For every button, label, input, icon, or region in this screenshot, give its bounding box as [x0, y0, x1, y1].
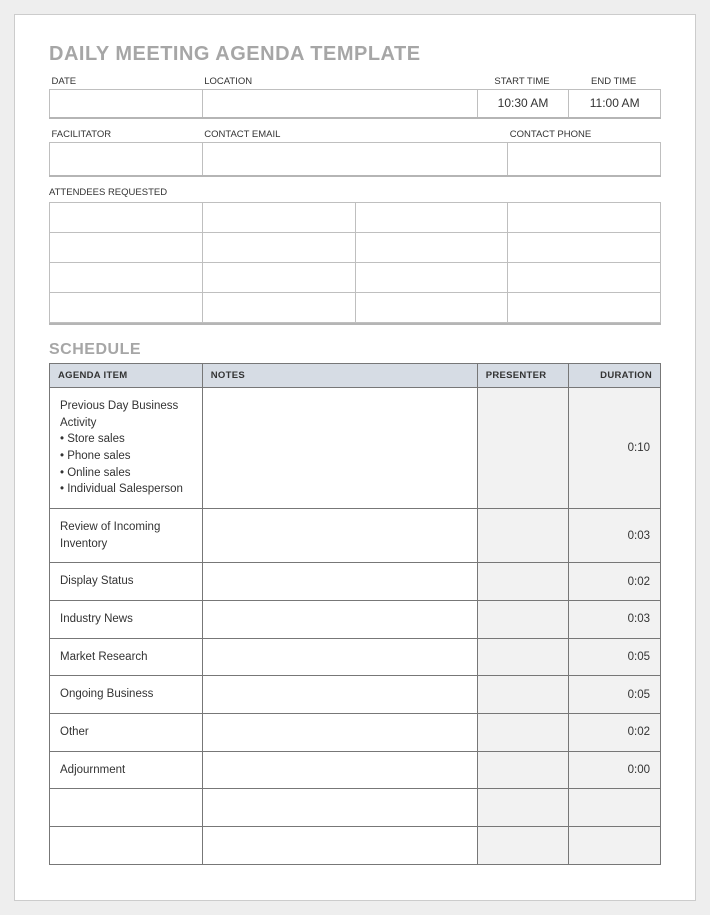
attendee-cell[interactable]: [50, 263, 203, 293]
cell-notes[interactable]: [202, 676, 477, 714]
cell-agenda-item[interactable]: Other: [50, 714, 203, 752]
field-end-time[interactable]: 11:00 AM: [569, 90, 661, 118]
attendee-cell[interactable]: [508, 203, 661, 233]
schedule-row: [50, 789, 661, 827]
attendee-cell[interactable]: [508, 233, 661, 263]
attendees-row: [50, 233, 661, 263]
attendees-row: [50, 203, 661, 233]
label-date: DATE: [50, 74, 203, 90]
cell-notes[interactable]: [202, 601, 477, 639]
attendee-cell[interactable]: [355, 263, 508, 293]
label-contact-phone: CONTACT PHONE: [508, 127, 661, 143]
schedule-heading: SCHEDULE: [49, 341, 661, 359]
attendee-cell[interactable]: [202, 233, 355, 263]
meeting-info-contact: FACILITATOR CONTACT EMAIL CONTACT PHONE: [49, 127, 661, 178]
attendee-cell[interactable]: [355, 293, 508, 323]
label-facilitator: FACILITATOR: [50, 127, 203, 143]
schedule-row: Adjournment 0:00: [50, 751, 661, 789]
label-contact-email: CONTACT EMAIL: [202, 127, 508, 143]
header-presenter: PRESENTER: [477, 364, 569, 388]
cell-duration[interactable]: 0:10: [569, 388, 661, 509]
schedule-row: Other 0:02: [50, 714, 661, 752]
attendee-cell[interactable]: [508, 263, 661, 293]
cell-notes[interactable]: [202, 714, 477, 752]
document-page: DAILY MEETING AGENDA TEMPLATE DATE LOCAT…: [14, 14, 696, 901]
cell-duration[interactable]: 0:00: [569, 751, 661, 789]
field-start-time[interactable]: 10:30 AM: [477, 90, 569, 118]
attendee-cell[interactable]: [355, 203, 508, 233]
cell-agenda-item[interactable]: Adjournment: [50, 751, 203, 789]
cell-agenda-item[interactable]: Ongoing Business: [50, 676, 203, 714]
cell-duration[interactable]: 0:03: [569, 601, 661, 639]
schedule-row: [50, 827, 661, 865]
schedule-row: Review of Incoming Inventory 0:03: [50, 509, 661, 563]
label-attendees: ATTENDEES REQUESTED: [49, 185, 661, 200]
schedule-row: Display Status 0:02: [50, 563, 661, 601]
cell-agenda-item[interactable]: Market Research: [50, 638, 203, 676]
page-title: DAILY MEETING AGENDA TEMPLATE: [49, 43, 661, 66]
cell-agenda-item[interactable]: Industry News: [50, 601, 203, 639]
schedule-row: Market Research 0:05: [50, 638, 661, 676]
cell-duration[interactable]: [569, 789, 661, 827]
schedule-row: Ongoing Business 0:05: [50, 676, 661, 714]
attendees-row: [50, 293, 661, 323]
cell-agenda-item[interactable]: Previous Day Business Activity• Store sa…: [50, 388, 203, 509]
schedule-table: AGENDA ITEM NOTES PRESENTER DURATION Pre…: [49, 363, 661, 865]
schedule-row: Industry News 0:03: [50, 601, 661, 639]
cell-presenter[interactable]: [477, 751, 569, 789]
meeting-info-date-time: DATE LOCATION START TIME END TIME 10:30 …: [49, 74, 661, 119]
cell-presenter[interactable]: [477, 563, 569, 601]
header-duration: DURATION: [569, 364, 661, 388]
attendee-cell[interactable]: [355, 233, 508, 263]
cell-agenda-item[interactable]: [50, 827, 203, 865]
cell-presenter[interactable]: [477, 638, 569, 676]
cell-presenter[interactable]: [477, 601, 569, 639]
header-notes: NOTES: [202, 364, 477, 388]
cell-notes[interactable]: [202, 638, 477, 676]
cell-notes[interactable]: [202, 388, 477, 509]
cell-agenda-item[interactable]: Review of Incoming Inventory: [50, 509, 203, 563]
attendees-table: [49, 202, 661, 323]
cell-presenter[interactable]: [477, 509, 569, 563]
cell-duration[interactable]: 0:02: [569, 563, 661, 601]
schedule-row: Previous Day Business Activity• Store sa…: [50, 388, 661, 509]
attendee-cell[interactable]: [508, 293, 661, 323]
field-date[interactable]: [50, 90, 203, 118]
cell-presenter[interactable]: [477, 714, 569, 752]
cell-presenter[interactable]: [477, 827, 569, 865]
field-location[interactable]: [202, 90, 477, 118]
attendee-cell[interactable]: [202, 293, 355, 323]
attendee-cell[interactable]: [202, 263, 355, 293]
cell-notes[interactable]: [202, 827, 477, 865]
field-contact-phone[interactable]: [508, 142, 661, 176]
attendee-cell[interactable]: [50, 233, 203, 263]
attendee-cell[interactable]: [202, 203, 355, 233]
cell-duration[interactable]: 0:02: [569, 714, 661, 752]
cell-agenda-item[interactable]: Display Status: [50, 563, 203, 601]
cell-presenter[interactable]: [477, 388, 569, 509]
label-start-time: START TIME: [477, 74, 569, 90]
attendee-cell[interactable]: [50, 203, 203, 233]
cell-notes[interactable]: [202, 563, 477, 601]
cell-presenter[interactable]: [477, 676, 569, 714]
attendees-row: [50, 263, 661, 293]
field-contact-email[interactable]: [202, 142, 508, 176]
cell-presenter[interactable]: [477, 789, 569, 827]
cell-duration[interactable]: 0:05: [569, 638, 661, 676]
cell-notes[interactable]: [202, 789, 477, 827]
cell-notes[interactable]: [202, 509, 477, 563]
header-agenda-item: AGENDA ITEM: [50, 364, 203, 388]
cell-notes[interactable]: [202, 751, 477, 789]
field-facilitator[interactable]: [50, 142, 203, 176]
attendee-cell[interactable]: [50, 293, 203, 323]
label-end-time: END TIME: [569, 74, 661, 90]
label-location: LOCATION: [202, 74, 477, 90]
cell-agenda-item[interactable]: [50, 789, 203, 827]
cell-duration[interactable]: 0:03: [569, 509, 661, 563]
cell-duration[interactable]: [569, 827, 661, 865]
cell-duration[interactable]: 0:05: [569, 676, 661, 714]
